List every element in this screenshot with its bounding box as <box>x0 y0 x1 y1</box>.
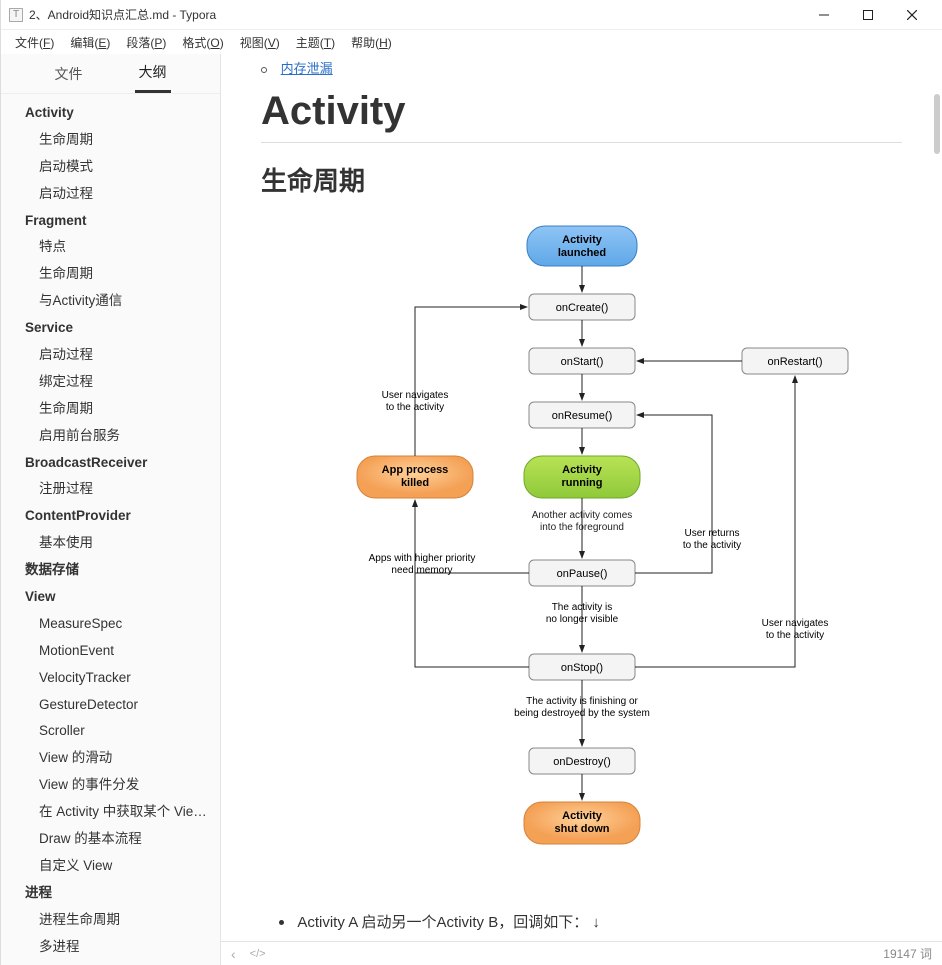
link-memleak[interactable]: 内存泄漏 <box>281 61 333 76</box>
content-bullet-row: Activity A 启动另一个Activity B，回调如下： ↓ <box>261 911 902 932</box>
outline-item[interactable]: GestureDetector <box>1 692 220 719</box>
outline-item[interactable]: View <box>1 584 220 611</box>
statusbar: ‹ </> 19147 词 <box>221 941 942 965</box>
outline-item[interactable]: 启动过程 <box>1 181 220 208</box>
outline-item[interactable]: 启动过程 <box>1 342 220 369</box>
back-icon[interactable]: ‹ <box>231 946 236 962</box>
node-onrestart: onRestart() <box>767 356 822 368</box>
outline-item[interactable]: MotionEvent <box>1 638 220 665</box>
outline-item[interactable]: Fragment <box>1 208 220 235</box>
outline-list[interactable]: Activity生命周期启动模式启动过程Fragment特点生命周期与Activ… <box>1 94 220 965</box>
outline-item[interactable]: 数据存储 <box>1 557 220 584</box>
outline-item[interactable]: 进程存活 <box>1 961 220 965</box>
scrollbar-thumb[interactable] <box>934 94 940 154</box>
bullet-icon <box>261 67 267 73</box>
outline-item[interactable]: Service <box>1 315 220 342</box>
main-area: 文件 大纲 Activity生命周期启动模式启动过程Fragment特点生命周期… <box>1 54 942 965</box>
label-another: Another activity comesinto the foregroun… <box>531 510 632 533</box>
outline-item[interactable]: 启动模式 <box>1 154 220 181</box>
bullet-icon <box>279 920 284 925</box>
window-controls <box>802 1 934 29</box>
label-usernav2: User navigatesto the activity <box>761 618 828 641</box>
outline-item[interactable]: ContentProvider <box>1 503 220 530</box>
menu-H[interactable]: 帮助(H) <box>345 32 398 53</box>
label-userreturns: User returnsto the activity <box>682 528 740 551</box>
bullet-text: Activity A 启动另一个Activity B，回调如下： ↓ <box>297 914 600 931</box>
outline-item[interactable]: Draw 的基本流程 <box>1 826 220 853</box>
sidebar: 文件 大纲 Activity生命周期启动模式启动过程Fragment特点生命周期… <box>1 54 221 965</box>
outline-item[interactable]: 特点 <box>1 234 220 261</box>
node-onresume: onResume() <box>551 410 612 422</box>
menu-E[interactable]: 编辑(E) <box>64 32 116 53</box>
lifecycle-diagram: Activitylaunched onCreate() onStart() on… <box>302 218 862 891</box>
outline-item[interactable]: 进程生命周期 <box>1 907 220 934</box>
content-area: 内存泄漏 Activity 生命周期 Activitylaunched <box>221 54 942 965</box>
node-shutdown: Activityshut down <box>554 810 609 835</box>
minimize-button[interactable] <box>802 1 846 29</box>
maximize-button[interactable] <box>846 1 890 29</box>
heading-lifecycle: 生命周期 <box>261 161 902 198</box>
outline-item[interactable]: View 的滑动 <box>1 745 220 772</box>
tab-outline[interactable]: 大纲 <box>135 54 171 93</box>
menu-P[interactable]: 段落(P) <box>120 32 172 53</box>
outline-item[interactable]: 自定义 View <box>1 853 220 880</box>
close-button[interactable] <box>890 1 934 29</box>
bullet-text-2: Activity A 的onPause() > Activity B的onCre… <box>295 938 902 941</box>
outline-item[interactable]: 基本使用 <box>1 530 220 557</box>
outline-item[interactable]: 与Activity通信 <box>1 288 220 315</box>
outline-item[interactable]: 注册过程 <box>1 476 220 503</box>
menu-F[interactable]: 文件(F) <box>9 32 60 53</box>
outline-item[interactable]: 绑定过程 <box>1 369 220 396</box>
label-finishing: The activity is finishing orbeing destro… <box>514 696 650 719</box>
app-icon: T <box>9 8 23 22</box>
outline-item[interactable]: 生命周期 <box>1 261 220 288</box>
outline-item[interactable]: 在 Activity 中获取某个 View 的宽高 <box>1 799 220 826</box>
outline-item[interactable]: 生命周期 <box>1 396 220 423</box>
editor[interactable]: 内存泄漏 Activity 生命周期 Activitylaunched <box>221 54 942 941</box>
outline-item[interactable]: BroadcastReceiver <box>1 450 220 477</box>
tab-files[interactable]: 文件 <box>51 56 87 92</box>
outline-item[interactable]: Scroller <box>1 718 220 745</box>
menu-T[interactable]: 主题(T) <box>290 32 341 53</box>
window-title: 2、Android知识点汇总.md - Typora <box>29 6 802 23</box>
outline-item[interactable]: 生命周期 <box>1 127 220 154</box>
label-usernav: User navigatesto the activity <box>381 390 448 413</box>
outline-item[interactable]: Activity <box>1 100 220 127</box>
label-nolonger: The activity isno longer visible <box>545 602 618 625</box>
node-onstart: onStart() <box>560 356 603 368</box>
titlebar: T 2、Android知识点汇总.md - Typora <box>1 0 942 30</box>
heading-activity: Activity <box>261 89 902 143</box>
node-onstop: onStop() <box>560 662 602 674</box>
code-icon[interactable]: </> <box>250 948 266 960</box>
outline-item[interactable]: VelocityTracker <box>1 665 220 692</box>
sidebar-tabs: 文件 大纲 <box>1 54 220 94</box>
menu-V[interactable]: 视图(V) <box>234 32 286 53</box>
node-onpause: onPause() <box>556 568 607 580</box>
outline-item[interactable]: 进程 <box>1 880 220 907</box>
node-oncreate: onCreate() <box>555 302 608 314</box>
node-launched: Activitylaunched <box>557 234 605 259</box>
menu-O[interactable]: 格式(O) <box>176 32 229 53</box>
word-count[interactable]: 19147 词 <box>883 945 932 962</box>
outline-item[interactable]: 多进程 <box>1 934 220 961</box>
menubar: 文件(F)编辑(E)段落(P)格式(O)视图(V)主题(T)帮助(H) <box>1 30 942 54</box>
node-ondestroy: onDestroy() <box>553 756 610 768</box>
node-running: Activityrunning <box>561 464 602 489</box>
outline-item[interactable]: MeasureSpec <box>1 611 220 638</box>
outline-item[interactable]: View 的事件分发 <box>1 772 220 799</box>
outline-item[interactable]: 启用前台服务 <box>1 423 220 450</box>
